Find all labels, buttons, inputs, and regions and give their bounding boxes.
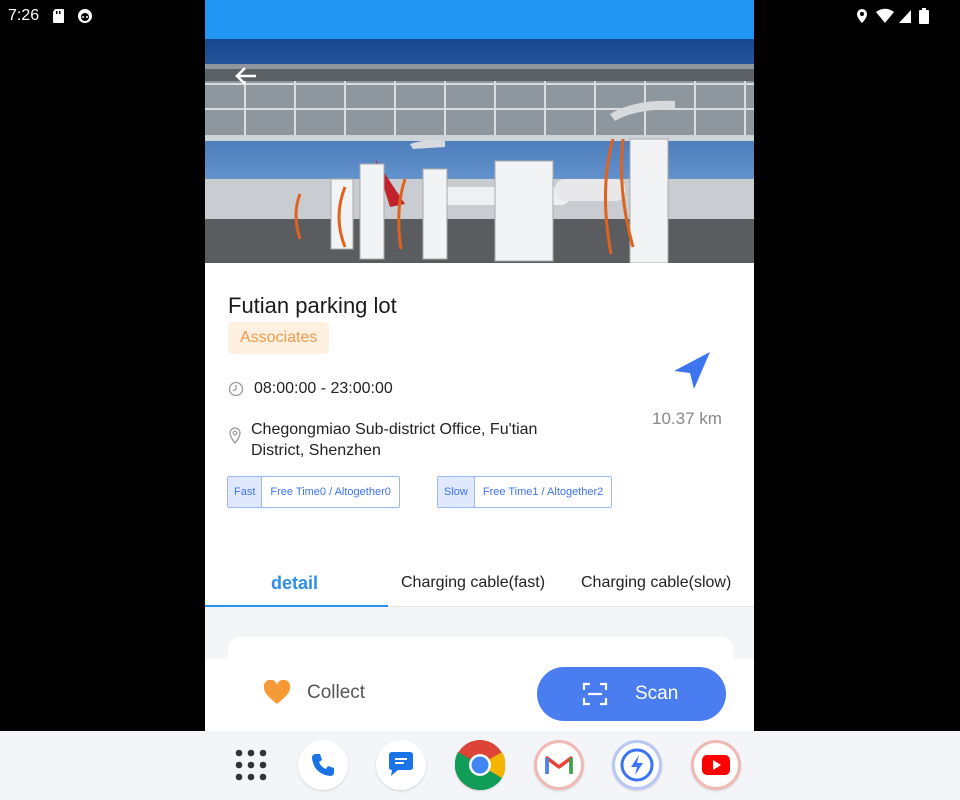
navigate-icon[interactable] <box>670 349 714 393</box>
scan-icon <box>582 682 608 706</box>
distance: 10.37 km <box>652 409 722 428</box>
heart-icon <box>263 680 291 704</box>
fast-charger-status: Fast Free Time0 / Altogether0 <box>227 476 400 508</box>
fast-label: Fast <box>228 477 263 507</box>
scan-button[interactable]: Scan <box>537 667 726 721</box>
back-arrow-icon[interactable] <box>231 61 261 91</box>
tab-charging-cable-slow[interactable]: Charging cable(slow) <box>581 574 731 592</box>
tab-charging-cable-fast[interactable]: Charging cable(fast) <box>401 574 545 592</box>
tab-detail[interactable]: detail <box>271 573 318 594</box>
scan-label: Scan <box>635 683 679 704</box>
status-time: 7:26 <box>8 7 40 24</box>
station-info-card: Futian parking lot Associates 08:00:00 -… <box>205 263 754 607</box>
slow-availability: Free Time1 / Altogether2 <box>482 486 604 498</box>
address-text: Chegongmiao Sub-district Office, Fu'tian… <box>251 421 538 459</box>
youtube-icon[interactable] <box>691 740 741 790</box>
station-photo <box>205 39 754 263</box>
opening-hours: 08:00:00 - 23:00:00 <box>228 380 393 398</box>
sd-card-icon <box>53 9 64 23</box>
station-address: Chegongmiao Sub-district Office, Fu'tian… <box>228 419 588 461</box>
app-dock <box>0 731 960 800</box>
active-tab-indicator <box>205 605 388 607</box>
assistant-icon <box>78 9 92 23</box>
gmail-icon[interactable] <box>534 740 584 790</box>
station-tag: Associates <box>228 322 330 354</box>
app-drawer-icon[interactable] <box>234 748 268 782</box>
fast-availability: Free Time0 / Altogether0 <box>270 486 391 498</box>
collect-button[interactable]: Collect <box>263 680 365 706</box>
location-pin-icon <box>229 427 241 445</box>
battery-icon <box>919 8 929 24</box>
messages-icon[interactable] <box>376 740 426 790</box>
charging-app-icon[interactable] <box>612 740 662 790</box>
phone-icon[interactable] <box>298 740 348 790</box>
bottom-action-bar: Collect Scan <box>205 659 754 731</box>
slow-label: Slow <box>438 477 475 507</box>
wifi-icon <box>876 8 894 23</box>
collect-label: Collect <box>307 682 366 703</box>
app-window: Futian parking lot Associates 08:00:00 -… <box>205 0 754 731</box>
detail-tabs: detail Charging cable(fast) Charging cab… <box>205 563 754 607</box>
signal-icon <box>899 10 911 23</box>
hours-text: 08:00:00 - 23:00:00 <box>254 380 393 397</box>
app-header-bar <box>205 0 754 39</box>
slow-charger-status: Slow Free Time1 / Altogether2 <box>437 476 613 508</box>
location-icon <box>857 9 867 23</box>
clock-icon <box>228 381 244 397</box>
chrome-icon[interactable] <box>455 740 505 790</box>
station-name: Futian parking lot <box>228 293 397 318</box>
